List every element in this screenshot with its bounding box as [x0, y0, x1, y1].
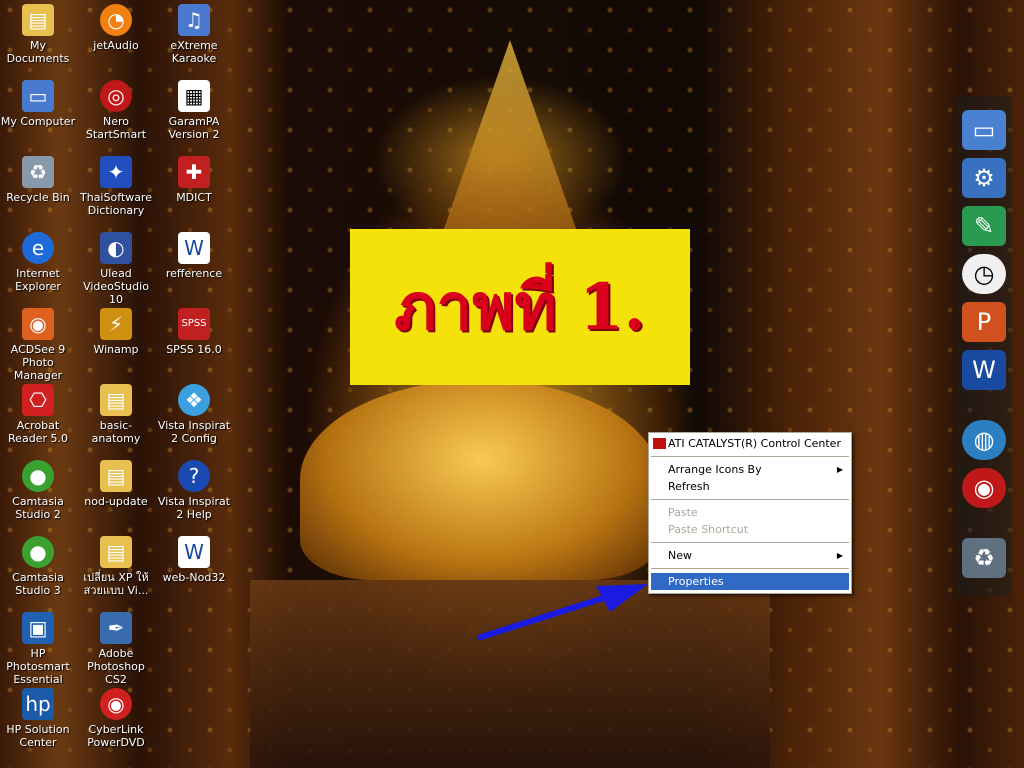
desktop-icon-cyberlink-powerdvd[interactable]: ◉ CyberLink PowerDVD	[78, 688, 154, 749]
photoshop-icon: ✒	[100, 612, 132, 644]
folder-icon: ▤	[22, 4, 54, 36]
control-panel-icon[interactable]: ⚙	[962, 158, 1006, 198]
dictionary-icon: ✦	[100, 156, 132, 188]
menu-separator	[651, 542, 849, 543]
recycle-bin-icon[interactable]: ♻	[962, 538, 1006, 578]
desktop-icon-camtasia-3[interactable]: ● Camtasia Studio 3	[0, 536, 76, 597]
desktop-icon-thaisoftware-dictionary[interactable]: ✦ ThaiSoftware Dictionary	[78, 156, 154, 217]
right-dock: ▭ ⚙ ✎ ◷ P W ◍ ◉ ♻	[956, 96, 1012, 596]
folder-icon: ▤	[100, 460, 132, 492]
word-doc-icon: W	[178, 536, 210, 568]
wallpaper-buddha-statue	[300, 380, 660, 580]
desktop-icon-extreme-karaoke[interactable]: ♫ eXtreme Karaoke	[156, 4, 232, 65]
hp-photosmart-icon: ▣	[22, 612, 54, 644]
mdict-icon: ✚	[178, 156, 210, 188]
desktop-icon-recycle-bin[interactable]: ♻ Recycle Bin	[0, 156, 76, 204]
menu-item-new[interactable]: New ▶	[651, 547, 849, 564]
desktop-icon-xp-vista-folder[interactable]: ▤ เปลี่ยน XP ให้ สวยแบบ Vi...	[78, 536, 154, 597]
figure-label-banner: ภาพที่ 1.	[350, 229, 690, 385]
desktop-icon-adobe-photoshop[interactable]: ✒ Adobe Photoshop CS2	[78, 612, 154, 686]
word-doc-icon: W	[178, 232, 210, 264]
desktop-icon-ulead-videostudio[interactable]: ◐ Ulead VideoStudio 10	[78, 232, 154, 306]
dvd-icon[interactable]: ◉	[962, 468, 1006, 508]
figure-label-text: ภาพที่ 1.	[394, 270, 646, 345]
desktop-context-menu: ATI CATALYST(R) Control Center Arrange I…	[648, 432, 852, 594]
desktop-icon-internet-explorer[interactable]: e Internet Explorer	[0, 232, 76, 293]
desktop-icon-jetaudio[interactable]: ◔ jetAudio	[78, 4, 154, 52]
videostudio-icon: ◐	[100, 232, 132, 264]
desktop-icon-vista-inspirat-help[interactable]: ? Vista Inspirat 2 Help	[156, 460, 232, 521]
folder-icon: ▤	[100, 384, 132, 416]
nero-icon: ◎	[100, 80, 132, 112]
ie-icon: e	[22, 232, 54, 264]
desktop-icon-mdict[interactable]: ✚ MDICT	[156, 156, 232, 204]
desktop-icon-camtasia-2[interactable]: ● Camtasia Studio 2	[0, 460, 76, 521]
hp-icon: hp	[22, 688, 54, 720]
desktop-icon-garampa[interactable]: ▦ GaramPA Version 2	[156, 80, 232, 141]
acrobat-icon: ⎔	[22, 384, 54, 416]
computer-icon: ▭	[22, 80, 54, 112]
trash-icon: ♻	[22, 156, 54, 188]
desktop-icon-winamp[interactable]: ⚡ Winamp	[78, 308, 154, 356]
wallpaper-altar	[250, 580, 770, 768]
winamp-icon: ⚡	[100, 308, 132, 340]
menu-separator	[651, 568, 849, 569]
clock-icon[interactable]: ◷	[962, 254, 1006, 294]
vista-icon: ❖	[178, 384, 210, 416]
submenu-arrow-icon: ▶	[836, 551, 843, 560]
desktop-icon-web-nod32[interactable]: W web-Nod32	[156, 536, 232, 584]
menu-separator	[651, 499, 849, 500]
help-icon: ?	[178, 460, 210, 492]
menu-item-ati-catalyst[interactable]: ATI CATALYST(R) Control Center	[651, 435, 849, 452]
ati-icon	[653, 438, 666, 449]
desktop[interactable]: ภาพที่ 1. ▤ My Documents ▭ My Computer ♻…	[0, 0, 1024, 768]
menu-item-paste[interactable]: Paste	[651, 504, 849, 521]
acdsee-icon: ◉	[22, 308, 54, 340]
desktop-icon-nero-startsmart[interactable]: ◎ Nero StartSmart	[78, 80, 154, 141]
desktop-icon-acrobat-reader[interactable]: ⎔ Acrobat Reader 5.0	[0, 384, 76, 445]
globe-icon[interactable]: ◍	[962, 420, 1006, 460]
feather-icon[interactable]: ✎	[962, 206, 1006, 246]
menu-separator	[651, 456, 849, 457]
powerdvd-icon: ◉	[100, 688, 132, 720]
karaoke-icon: ♫	[178, 4, 210, 36]
menu-item-arrange-icons-by[interactable]: Arrange Icons By ▶	[651, 461, 849, 478]
desktop-icon-nod-update[interactable]: ▤ nod-update	[78, 460, 154, 508]
menu-item-refresh[interactable]: Refresh	[651, 478, 849, 495]
submenu-arrow-icon: ▶	[836, 465, 843, 474]
camtasia-icon: ●	[22, 536, 54, 568]
desktop-icon-spss[interactable]: SPSS SPSS 16.0	[156, 308, 232, 356]
desktop-icon-refference[interactable]: W refference	[156, 232, 232, 280]
shortcut-icon: ▦	[178, 80, 210, 112]
desktop-icon-vista-inspirat-config[interactable]: ❖ Vista Inspirat 2 Config	[156, 384, 232, 445]
menu-item-paste-shortcut[interactable]: Paste Shortcut	[651, 521, 849, 538]
computer-icon[interactable]: ▭	[962, 110, 1006, 150]
word-icon[interactable]: W	[962, 350, 1006, 390]
desktop-icon-hp-photosmart[interactable]: ▣ HP Photosmart Essential	[0, 612, 76, 686]
jetaudio-icon: ◔	[100, 4, 132, 36]
desktop-icon-hp-solution-center[interactable]: hp HP Solution Center	[0, 688, 76, 749]
powerpoint-icon[interactable]: P	[962, 302, 1006, 342]
folder-icon: ▤	[100, 536, 132, 568]
camtasia-icon: ●	[22, 460, 54, 492]
desktop-icon-acdsee[interactable]: ◉ ACDSee 9 Photo Manager	[0, 308, 76, 382]
desktop-icon-my-computer[interactable]: ▭ My Computer	[0, 80, 76, 128]
desktop-icon-my-documents[interactable]: ▤ My Documents	[0, 4, 76, 65]
spss-icon: SPSS	[178, 308, 210, 340]
menu-item-properties[interactable]: Properties	[651, 573, 849, 590]
desktop-icon-basic-anatomy[interactable]: ▤ basic-anatomy	[78, 384, 154, 445]
